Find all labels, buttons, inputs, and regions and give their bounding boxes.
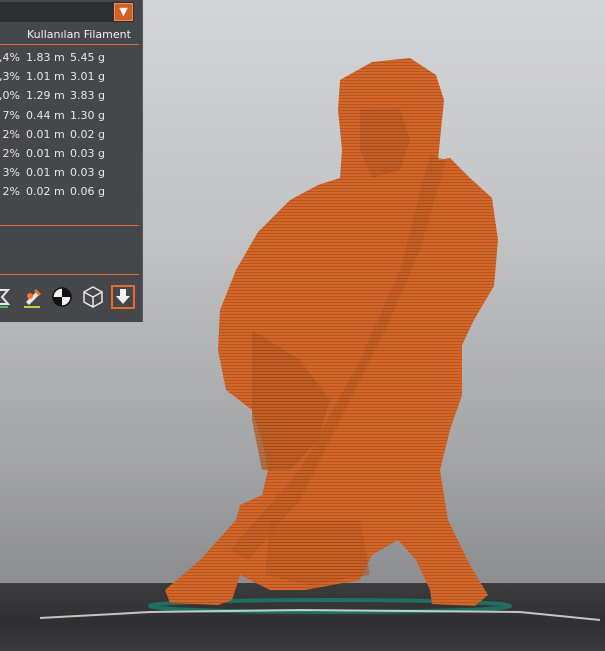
3d-viewport[interactable]: ▼ Kullanılan Filament ,4% 1.83 m 5.45 g … (0, 0, 605, 651)
length-cell: 0.01 m (26, 146, 65, 160)
weight-cell: 3.83 g (70, 89, 105, 103)
percentage-cell: 2% (2, 127, 20, 141)
weight-cell: 5.45 g (70, 51, 105, 64)
length-cell: 0.01 m (26, 127, 65, 141)
percentage-cell: 3% (2, 166, 20, 180)
divider (0, 225, 139, 226)
weight-cell: 0.03 g (70, 146, 105, 160)
chevron-down-icon[interactable]: ▼ (114, 3, 133, 21)
slice-statistics-panel: ▼ Kullanılan Filament ,4% 1.83 m 5.45 g … (0, 0, 143, 322)
table-row: 2% 0.02 m 0.06 g (0, 183, 140, 202)
length-cell: 1.01 m (26, 70, 65, 84)
weight-cell: 1.30 g (70, 108, 105, 122)
percentage-cell: ,3% (0, 70, 20, 84)
length-cell: 0.44 m (26, 108, 65, 122)
table-header: Kullanılan Filament (0, 26, 139, 45)
table-row: 2% 0.01 m 0.03 g (0, 145, 140, 164)
table-row: 7% 0.44 m 1.30 g (0, 107, 140, 126)
table-row: ,0% 1.29 m 3.83 g (0, 87, 140, 106)
length-cell: 1.29 m (26, 89, 65, 103)
table-row: ,3% 1.01 m 3.01 g (0, 68, 140, 87)
percentage-cell: 7% (2, 108, 20, 122)
length-cell: 1.83 m (26, 51, 65, 64)
length-cell: 0.01 m (26, 166, 65, 180)
percentage-cell: ,0% (0, 89, 20, 103)
weight-cell: 0.03 g (70, 166, 105, 180)
percentage-cell: 2% (2, 185, 20, 199)
length-cell: 0.02 m (26, 185, 65, 199)
export-arrow-icon[interactable] (111, 285, 135, 309)
wireframe-cube-icon[interactable] (81, 285, 103, 309)
table-row: 3% 0.01 m 0.03 g (0, 164, 140, 183)
table-row: ,4% 1.83 m 5.45 g (0, 49, 140, 68)
weight-cell: 3.01 g (70, 70, 105, 84)
weight-cell: 0.06 g (70, 185, 105, 199)
table-row: 2% 0.01 m 0.02 g (0, 126, 140, 145)
layer-height-icon[interactable] (0, 285, 16, 309)
color-legend-icon[interactable] (22, 285, 44, 309)
percentage-cell: ,4% (0, 51, 20, 64)
filament-usage-table: ,4% 1.83 m 5.45 g ,3% 1.01 m 3.01 g ,0% … (0, 49, 140, 203)
divider (0, 274, 139, 275)
column-header-used-filament: Kullanılan Filament (27, 28, 131, 41)
knee-shadow (265, 520, 370, 585)
view-toolbar (0, 285, 142, 311)
shell-view-icon[interactable] (51, 285, 73, 309)
weight-cell: 0.02 g (70, 127, 105, 141)
percentage-cell: 2% (2, 146, 20, 160)
